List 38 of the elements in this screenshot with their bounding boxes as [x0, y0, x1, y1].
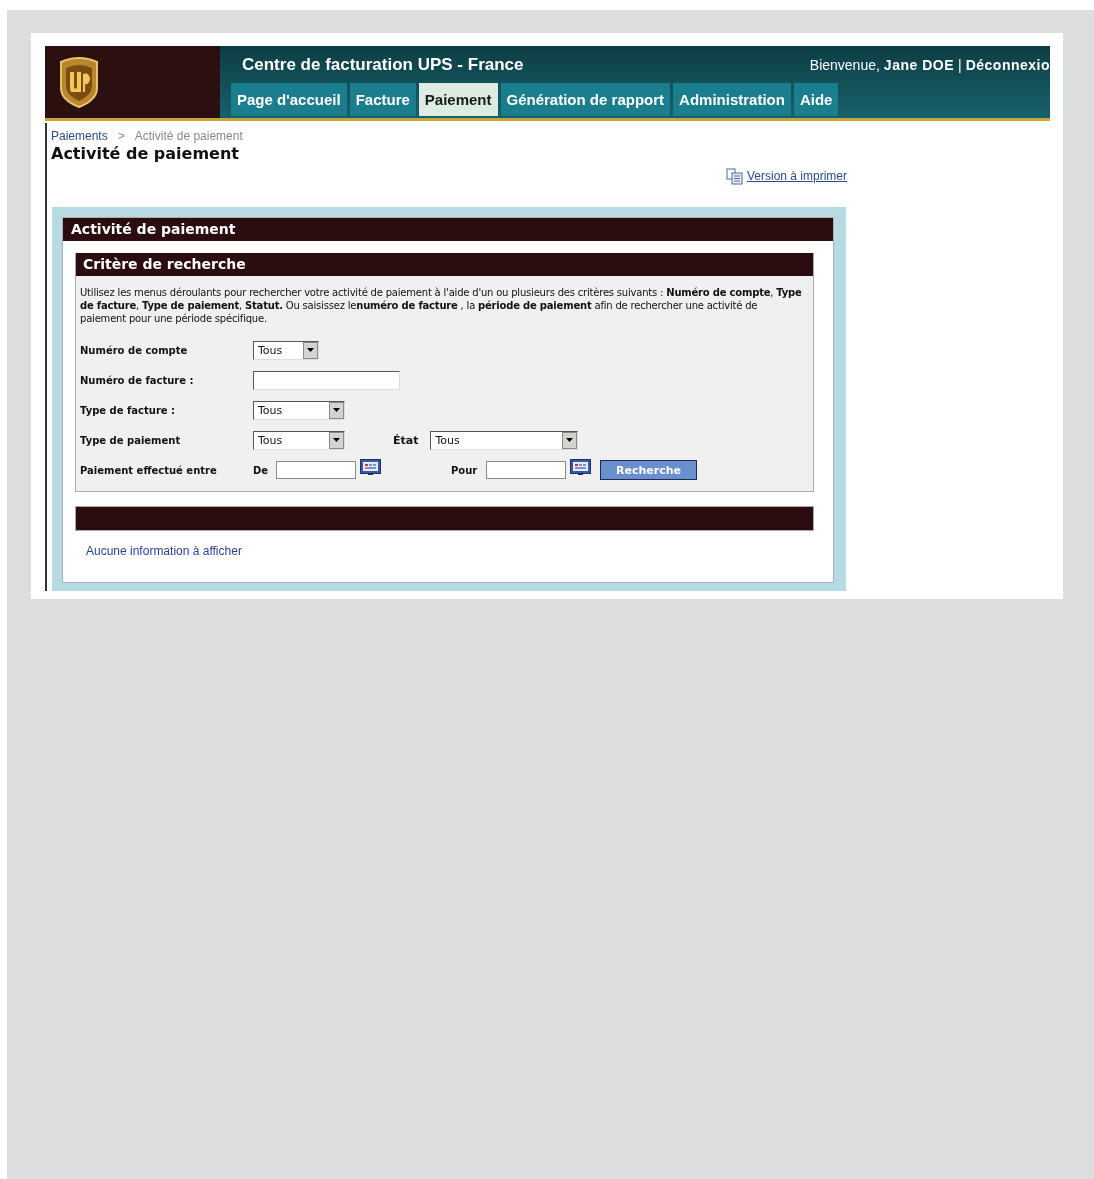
- calendar-icon: [570, 459, 591, 475]
- site-title: Centre de facturation UPS - France: [242, 54, 524, 75]
- field-label: Type de paiement: [80, 434, 182, 446]
- dropdown-field[interactable]: Tous: [430, 430, 579, 450]
- welcome-text: Bienvenue,: [809, 56, 880, 73]
- logout-link[interactable]: Déconnexio: [965, 56, 1050, 73]
- dropdown-field[interactable]: Tous: [253, 400, 345, 420]
- field-label: État: [393, 433, 419, 447]
- field-label: Pour: [451, 464, 479, 476]
- input-field[interactable]: [253, 370, 400, 390]
- calendar-icon: [360, 459, 381, 475]
- panel-title: Activité de paiement: [63, 218, 833, 241]
- field-label: De: [253, 464, 270, 476]
- date-input-field[interactable]: [486, 461, 566, 479]
- empty-message: Aucune information à afficher: [86, 544, 243, 558]
- separator-text: |: [958, 56, 962, 73]
- user-name: Jane DOE: [883, 56, 954, 73]
- nav-tab[interactable]: Paiement: [418, 83, 498, 116]
- field-label: Type de facture :: [80, 404, 177, 416]
- field-label: Paiement effectué entre: [80, 464, 218, 476]
- page-title: Activité de paiement: [51, 144, 240, 163]
- description-text: Utilisez les menus déroulants pour rechercher votre activité de paiement à l'aide d'un ou plusieurs des critères suivants : Numéro de compte, Type de facture, Type de paiement, Statut. Ou saisissez lenuméro de facture , la période de paiement afin de rechercher une activité de paiement pour une période spécifique.: [80, 286, 803, 325]
- criteria-title: Critère de recherche: [76, 253, 813, 276]
- breadcrumb-link[interactable]: Paiements: [51, 129, 108, 143]
- breadcrumb-separator: >: [117, 129, 125, 143]
- print-version-link[interactable]: Version à imprimer: [746, 169, 847, 183]
- dropdown-field[interactable]: Tous: [253, 340, 319, 360]
- date-input-field[interactable]: [276, 461, 356, 479]
- breadcrumb-current: Activité de paiement: [134, 129, 243, 143]
- nav-tab[interactable]: Administration: [673, 83, 791, 116]
- nav-tab[interactable]: Page d'accueil: [231, 83, 347, 116]
- nav-tab[interactable]: Aide: [793, 83, 839, 116]
- nav-tab[interactable]: Facture: [349, 83, 416, 116]
- document-icon: [725, 167, 744, 185]
- nav-tab[interactable]: Génération de rapport: [500, 83, 671, 116]
- field-label: Numéro de facture :: [80, 374, 195, 386]
- field-label: Numéro de compte: [80, 344, 189, 356]
- dropdown-field[interactable]: Tous: [253, 430, 345, 450]
